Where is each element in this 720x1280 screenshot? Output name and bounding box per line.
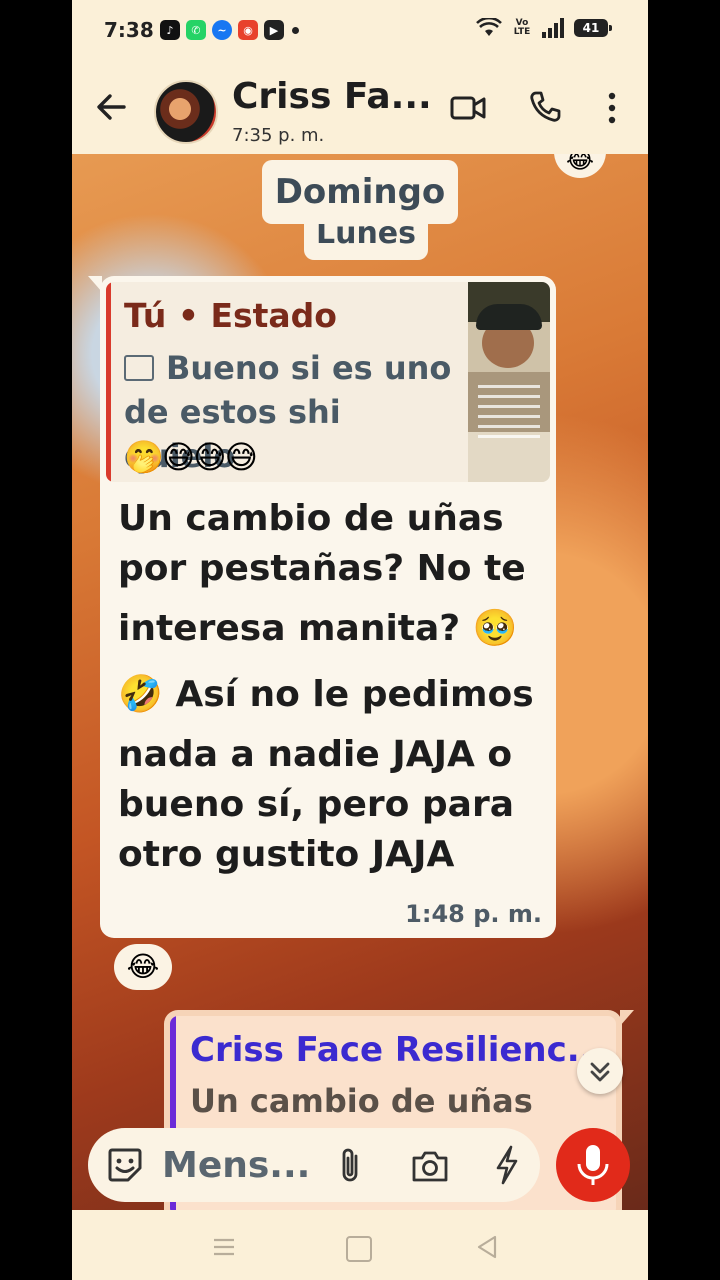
quote-accent-bar	[106, 282, 111, 482]
message-composer	[88, 1128, 540, 1202]
quoted-status[interactable]: Tú • Estado Bueno si es uno de estos shi…	[106, 282, 550, 482]
lightning-icon[interactable]	[492, 1144, 522, 1186]
tiktok-icon: ♪	[160, 20, 180, 40]
recent-apps-icon[interactable]	[212, 1238, 236, 1256]
more-options-icon[interactable]	[602, 90, 622, 126]
quote-author: Tú • Estado	[124, 296, 337, 335]
quote-emojis: 🤭😅😅😅	[124, 438, 258, 476]
quote-text: Un cambio de uñas	[190, 1082, 533, 1120]
phone-screen: 7:38 ♪ ✆ ~ ◉ ▶ Vo LTE 41 Criss Fa... 7:3…	[72, 0, 648, 1280]
more-notifications-dot	[292, 27, 299, 34]
status-thumbnail	[468, 282, 550, 482]
incoming-message[interactable]: Tú • Estado Bueno si es uno de estos shi…	[88, 276, 556, 938]
camera-icon[interactable]	[410, 1148, 450, 1184]
battery-icon: 41	[574, 19, 612, 37]
message-input[interactable]	[162, 1140, 312, 1190]
voice-message-button[interactable]	[556, 1128, 630, 1202]
status-time: 7:38	[104, 18, 154, 42]
scroll-to-bottom-button[interactable]	[577, 1048, 623, 1094]
message-line: nada a nadie JAJA o	[118, 734, 513, 775]
back-triangle-icon[interactable]	[476, 1234, 498, 1260]
messenger-icon: ~	[212, 20, 232, 40]
youtube-icon: ▶	[264, 20, 284, 40]
status-right: Vo LTE 41	[476, 18, 612, 38]
wifi-icon	[476, 18, 502, 36]
last-seen: 7:35 p. m.	[232, 125, 325, 146]
volte-label: Vo LTE	[513, 18, 531, 37]
message-line: por pestañas? No te	[118, 548, 526, 589]
day-chip-domingo-label: Domingo	[274, 172, 446, 212]
quote-author: Criss Face Resilienc...	[190, 1030, 606, 1070]
message-line: Un cambio de uñas	[118, 498, 504, 539]
day-chip-domingo: Domingo	[262, 160, 458, 224]
contact-name[interactable]: Criss Fa...	[232, 76, 432, 117]
status-bar: 7:38 ♪ ✆ ~ ◉ ▶ Vo LTE 41	[72, 0, 648, 62]
thumbnail-caption-lines	[478, 378, 540, 445]
app-icon: ◉	[238, 20, 258, 40]
contact-avatar[interactable]	[154, 80, 218, 144]
microphone-icon	[577, 1145, 609, 1185]
paperclip-icon[interactable]	[336, 1146, 366, 1186]
whatsapp-icon: ✆	[186, 20, 206, 40]
home-icon[interactable]	[346, 1236, 372, 1262]
reaction-emoji-top: 😂	[554, 154, 606, 178]
message-line: 🤣 Así no le pedimos	[118, 674, 534, 715]
thumbnail-cap	[476, 304, 542, 330]
notification-icons: ♪ ✆ ~ ◉ ▶	[160, 20, 299, 40]
back-arrow-icon[interactable]	[94, 90, 128, 124]
message-time: 1:48 p. m.	[405, 900, 542, 928]
message-line: otro gustito JAJA	[118, 834, 455, 875]
phone-call-icon[interactable]	[528, 90, 562, 124]
chevron-double-down-icon	[590, 1062, 610, 1082]
sticker-icon[interactable]	[106, 1146, 144, 1184]
message-line: bueno sí, pero para	[118, 784, 514, 825]
message-reaction[interactable]: 😂	[114, 944, 172, 990]
chat-header: Criss Fa... 7:35 p. m.	[72, 62, 648, 154]
message-line: interesa manita? 🥹	[118, 608, 518, 649]
chat-area[interactable]: 😂 Lunes Domingo Tú • Estado Bueno si es …	[72, 154, 648, 1210]
signal-icon	[542, 18, 564, 38]
image-icon	[124, 355, 154, 381]
system-nav-bar	[72, 1210, 648, 1280]
video-call-icon[interactable]	[450, 92, 486, 124]
message-text: Un cambio de uñas por pestañas? No te in…	[118, 494, 538, 880]
